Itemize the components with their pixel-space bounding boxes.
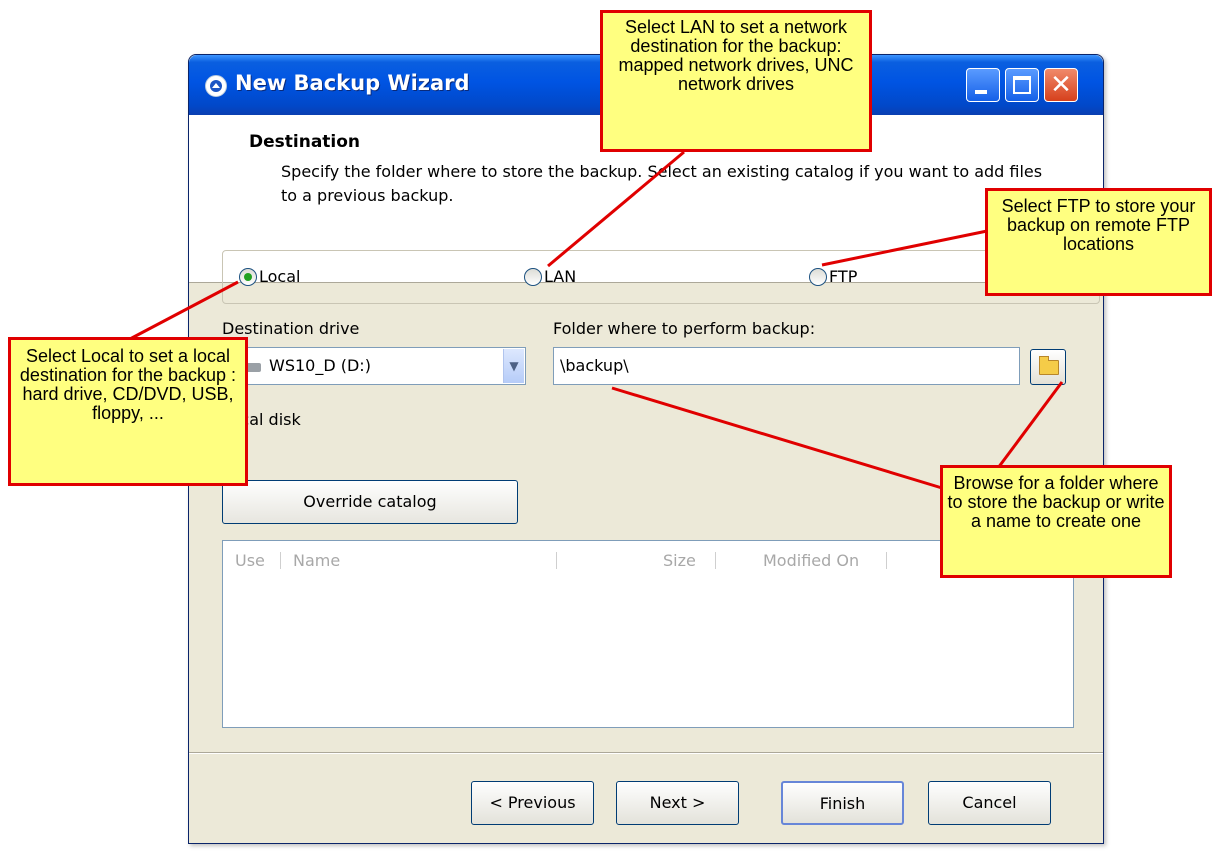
- browse-pointer-line: [996, 381, 1064, 469]
- lan-pointer-line: [547, 150, 685, 268]
- folder-pointer-line: [611, 386, 943, 490]
- local-pointer-line: [127, 280, 239, 342]
- ftp-callout: Select FTP to store your backup on remot…: [985, 188, 1212, 296]
- local-callout: Select Local to set a local destination …: [8, 337, 248, 486]
- lan-callout: Select LAN to set a network destination …: [600, 10, 872, 152]
- browse-callout: Browse for a folder where to store the b…: [940, 465, 1172, 578]
- ftp-pointer-line: [821, 228, 993, 267]
